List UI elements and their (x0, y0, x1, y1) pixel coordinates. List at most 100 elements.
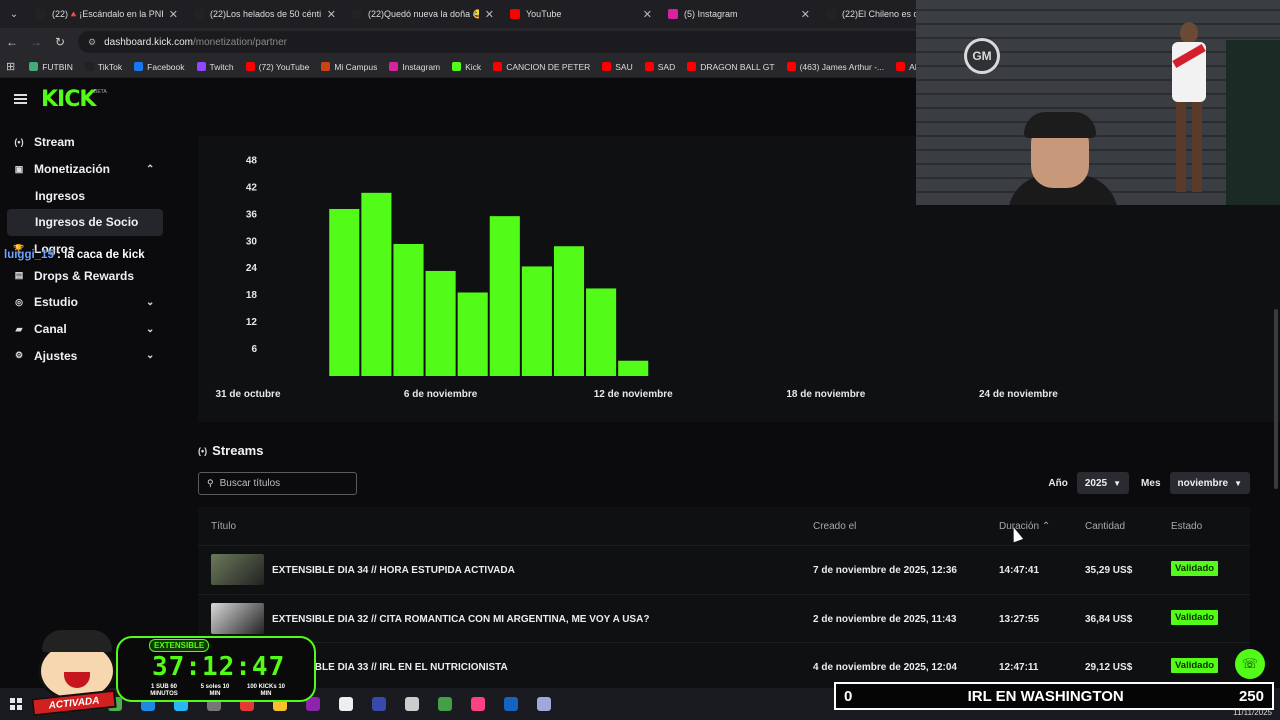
chart-bar[interactable] (489, 216, 520, 376)
close-tab-icon[interactable]: ✕ (485, 8, 494, 21)
chart-bar[interactable] (521, 266, 552, 376)
y-tick-label: 6 (251, 344, 257, 355)
sidebar-item-canal[interactable]: ▰ Canal ⌄ (0, 316, 175, 343)
sidebar-item-monetizacion[interactable]: ▣ Monetización ⌃ (0, 156, 175, 183)
chevron-down-icon[interactable]: ⌄ (146, 350, 154, 361)
stream-thumbnail[interactable] (211, 554, 264, 585)
bookmark-item[interactable]: Facebook (134, 62, 185, 72)
taskbar-app-icon[interactable] (438, 697, 452, 711)
taskbar-app-icon[interactable] (504, 697, 518, 711)
reload-icon[interactable]: ↻ (48, 35, 72, 49)
site-info-icon[interactable]: ⚙ (88, 37, 96, 48)
bookmark-item[interactable]: (463) James Arthur -... (786, 62, 884, 72)
counter-right: 250 (1238, 687, 1264, 705)
browser-tab[interactable]: (22)Los helados de 50 céntimos ✕ (186, 0, 344, 28)
chat-username: luiggi_15 (4, 249, 54, 261)
tab-favicon-icon (194, 9, 204, 19)
close-tab-icon[interactable]: ✕ (643, 8, 652, 21)
chart-bar[interactable] (586, 288, 617, 376)
column-duration[interactable]: Duración ⌃ (999, 521, 1050, 532)
chevron-up-icon[interactable]: ⌃ (146, 164, 154, 175)
month-label: Mes (1141, 477, 1161, 489)
bookmark-label: Kick (465, 61, 482, 72)
sidebar-item-label: Ajustes (34, 348, 78, 363)
counter-title: IRL EN WASHINGTON (967, 687, 1124, 705)
column-title[interactable]: Título (211, 521, 236, 532)
bookmark-item[interactable]: FUTBIN (29, 62, 73, 72)
sidebar-item-estudio[interactable]: ◎ Estudio ⌄ (0, 289, 175, 316)
bookmark-item[interactable]: CANCION DE PETER (493, 62, 590, 72)
table-row[interactable]: EXTENSIBLE DIA 32 // CITA ROMANTICA CON … (198, 593, 1250, 643)
browser-tab[interactable]: (22)🔺¡Escándalo en la PNP!🔺 ✕ (28, 0, 186, 28)
year-value: 2025 (1084, 477, 1108, 489)
url-field[interactable]: ⚙ dashboard.kick.com/monetization/partne… (78, 31, 938, 53)
search-input[interactable]: ⚲ Buscar títulos (198, 472, 357, 495)
stream-title[interactable]: EXTENSIBLE DIA 34 // HORA ESTUPIDA ACTIV… (272, 565, 515, 576)
back-icon[interactable]: ← (0, 35, 24, 49)
chart-bar[interactable] (553, 246, 585, 376)
chart-bar[interactable] (361, 192, 392, 376)
bookmark-item[interactable]: SAU (602, 62, 633, 72)
column-amount[interactable]: Cantidad (1085, 521, 1125, 532)
chart-bar[interactable] (618, 360, 649, 376)
stream-filters: Año 2025 ▼ Mes noviembre ▼ (1048, 472, 1250, 494)
column-created[interactable]: Creado el (813, 521, 856, 532)
table-row[interactable]: EXTENSIBLE DIA 34 // HORA ESTUPIDA ACTIV… (198, 545, 1250, 594)
tab-search-icon[interactable]: ⌄ (0, 0, 28, 28)
chevron-down-icon[interactable]: ⌄ (146, 297, 154, 308)
taskbar-app-icon[interactable] (372, 697, 386, 711)
sidebar-item-drops[interactable]: ▤ Drops & Rewards (0, 262, 175, 289)
sidebar-item-ajustes[interactable]: ⚙ Ajustes ⌄ (0, 343, 175, 370)
sidebar-item-ingresos[interactable]: Ingresos (0, 182, 175, 209)
y-tick-label: 42 (246, 182, 258, 193)
page-scrollbar[interactable] (1274, 309, 1278, 489)
sidebar-item-ingresos-socio[interactable]: Ingresos de Socio (7, 209, 163, 236)
status-badge: Validado (1171, 658, 1219, 673)
bookmark-label: TikTok (97, 61, 123, 72)
tab-title: (22)Quedó nueva la doña 😂💀 (368, 8, 479, 19)
browser-tab[interactable]: (22)Quedó nueva la doña 😂💀 ✕ (344, 0, 502, 28)
chart-bar[interactable] (329, 208, 360, 376)
close-tab-icon[interactable]: ✕ (801, 8, 810, 21)
bookmark-item[interactable]: Mi Campus (321, 62, 377, 72)
bookmark-icon (134, 62, 144, 71)
browser-tab[interactable]: YouTube ✕ (502, 0, 660, 28)
taskbar-app-icon[interactable] (405, 697, 419, 711)
bookmark-item[interactable]: Instagram (389, 62, 440, 72)
browser-tab[interactable]: (5) Instagram ✕ (660, 0, 818, 28)
year-select[interactable]: 2025 ▼ (1076, 472, 1130, 494)
taskbar-app-icon[interactable] (339, 697, 353, 711)
chart-bar[interactable] (425, 270, 456, 376)
chart-bar[interactable] (393, 244, 424, 376)
stream-amount: 29,12 US$ (1085, 662, 1133, 673)
bookmark-item[interactable]: Kick (452, 62, 481, 72)
windows-start-icon[interactable] (10, 698, 22, 710)
kick-logo[interactable]: KICK (41, 87, 96, 112)
column-status[interactable]: Estado (1171, 521, 1202, 532)
taskbar-app-icon[interactable] (471, 697, 485, 711)
bookmark-item[interactable]: DRAGON BALL GT (687, 62, 775, 72)
bookmark-label: Twitch (209, 61, 234, 72)
sidebar-item-stream[interactable]: (•) Stream (0, 129, 175, 156)
chevron-down-icon[interactable]: ⌄ (146, 324, 154, 335)
bookmark-item[interactable]: SAD (644, 62, 675, 72)
bookmark-item[interactable]: (72) YouTube (245, 62, 309, 72)
close-tab-icon[interactable]: ✕ (169, 8, 178, 21)
taskbar-app-icon[interactable] (537, 697, 551, 711)
stream-duration: 13:27:55 (999, 613, 1040, 625)
bookmark-icon (452, 62, 462, 71)
forward-icon[interactable]: → (24, 35, 48, 49)
support-chat-icon[interactable]: ☏ (1235, 649, 1265, 679)
chart-bar[interactable] (457, 292, 488, 376)
bookmark-item[interactable]: TikTok (84, 61, 123, 72)
bookmark-item[interactable]: Twitch (196, 61, 234, 72)
month-select[interactable]: noviembre ▼ (1169, 472, 1250, 494)
apps-icon[interactable]: ⊞ (6, 60, 15, 73)
stream-thumbnail[interactable] (211, 602, 264, 634)
sidebar-item-label: Drops & Rewards (34, 268, 135, 283)
close-tab-icon[interactable]: ✕ (327, 8, 336, 21)
rule-kicks: 100 KICKs 10 MIN (246, 684, 286, 697)
stream-title[interactable]: EXTENSIBLE DIA 32 // CITA ROMANTICA CON … (272, 614, 649, 625)
menu-icon[interactable] (14, 94, 27, 104)
timer-value: 37:12:47 (152, 652, 286, 682)
